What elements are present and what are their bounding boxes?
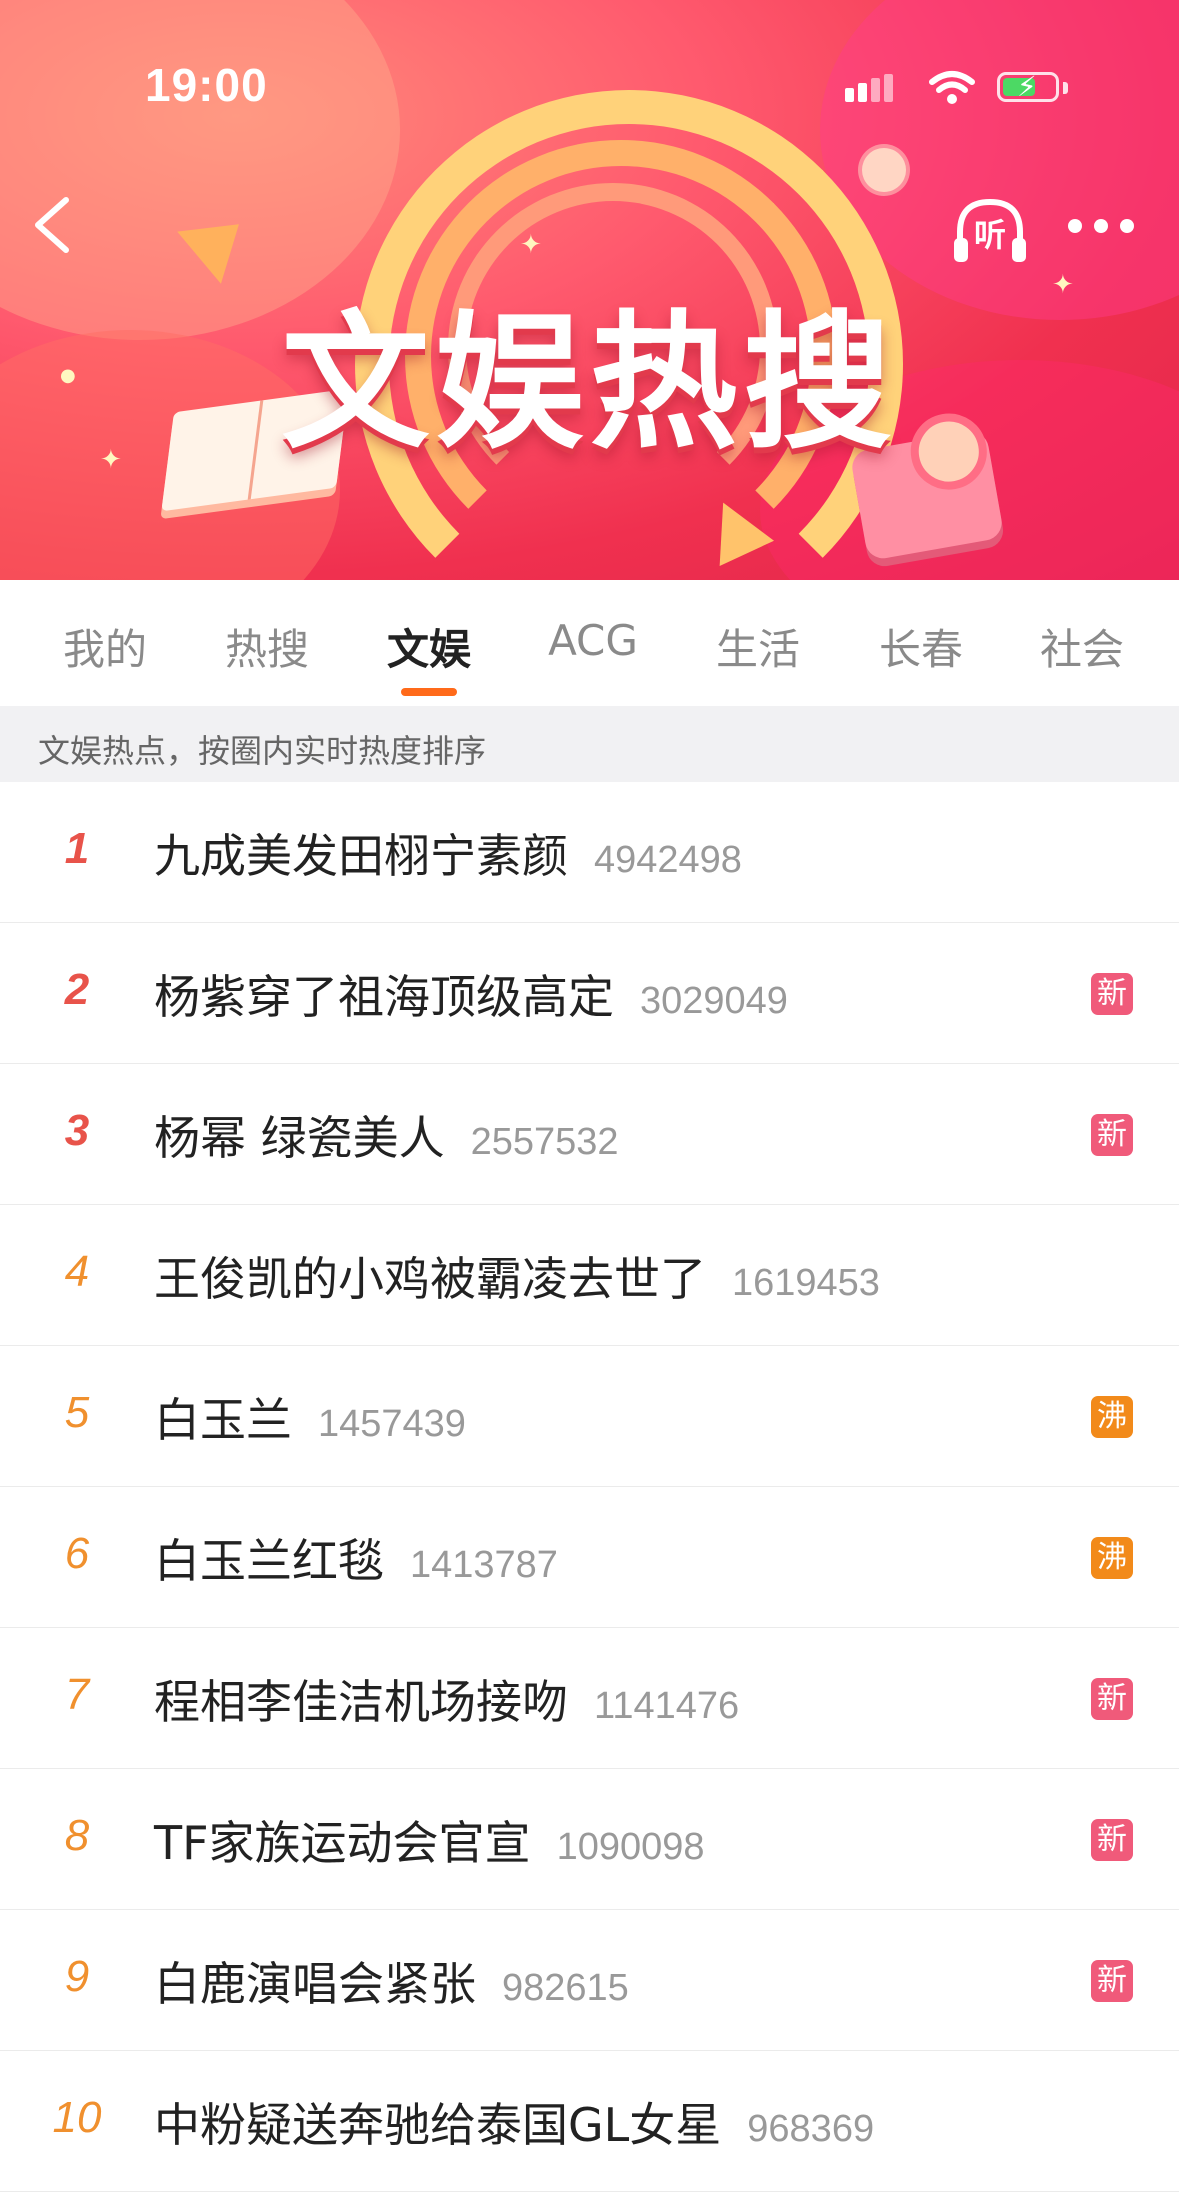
list-item[interactable]: 9 白鹿演唱会紧张 982615 新 — [0, 1910, 1179, 2051]
new-badge: 新 — [1091, 1819, 1133, 1861]
item-title: 杨紫穿了祖海顶级高定 — [154, 970, 614, 1024]
tab-mine[interactable]: 我的 — [35, 616, 175, 677]
item-title: 杨幂 绿瓷美人 — [154, 1111, 445, 1165]
list-item[interactable]: 1 九成美发田栩宁素颜 4942498 — [0, 782, 1179, 923]
item-content: 王俊凯的小鸡被霸凌去世了 1619453 — [154, 1243, 880, 1309]
list-item[interactable]: 5 白玉兰 1457439 沸 — [0, 1346, 1179, 1487]
item-count: 2557532 — [470, 1121, 619, 1163]
listen-label: 听 — [973, 216, 1006, 254]
banner-title: 文娱热搜 — [281, 297, 898, 469]
item-count: 968369 — [747, 2108, 875, 2150]
item-count: 1413787 — [410, 1544, 558, 1586]
list-item[interactable]: 4 王俊凯的小鸡被霸凌去世了 1619453 — [0, 1205, 1179, 1346]
rank-number: 10 — [52, 2093, 102, 2142]
status-icons: ⚡ — [845, 66, 1085, 110]
rank-number: 4 — [64, 1247, 90, 1296]
status-time: 19:00 — [145, 59, 268, 111]
item-count: 4942498 — [594, 839, 742, 881]
item-content: 白鹿演唱会紧张 982615 — [154, 1948, 629, 2014]
rank-number: 9 — [64, 1952, 90, 2001]
battery-cap — [1063, 82, 1068, 94]
new-badge: 新 — [1091, 973, 1133, 1015]
item-count: 1090098 — [556, 1826, 705, 1868]
list-item[interactable]: 8 TF家族运动会官宣 1090098 新 — [0, 1769, 1179, 1910]
item-content: 九成美发田栩宁素颜 4942498 — [154, 820, 742, 886]
tab-hot-search[interactable]: 热搜 — [197, 616, 337, 677]
tab-society[interactable]: 社会 — [1012, 616, 1152, 677]
rank-number: 7 — [64, 1670, 90, 1719]
item-content: 白玉兰 1457439 — [154, 1384, 466, 1450]
boiling-badge: 沸 — [1091, 1537, 1133, 1579]
rank-number: 6 — [64, 1529, 90, 1578]
tab-life[interactable]: 生活 — [688, 616, 828, 677]
rank-number: 5 — [64, 1388, 90, 1437]
item-count: 982615 — [502, 1967, 629, 2009]
rank-number: 1 — [64, 824, 90, 873]
tab-entertainment[interactable]: 文娱 — [359, 616, 499, 677]
list-item[interactable]: 2 杨紫穿了祖海顶级高定 3029049 新 — [0, 923, 1179, 1064]
new-badge: 新 — [1091, 1678, 1133, 1720]
item-count: 1619453 — [732, 1262, 880, 1304]
item-title: 程相李佳洁机场接吻 — [154, 1675, 568, 1729]
list-item[interactable]: 7 程相李佳洁机场接吻 1141476 新 — [0, 1628, 1179, 1769]
tab-acg[interactable]: ACG — [523, 616, 663, 665]
item-title: 王俊凯的小鸡被霸凌去世了 — [154, 1252, 706, 1306]
rank-number: 8 — [64, 1811, 90, 1860]
header-banner: ✦ ✦ ✦ ● 19:00 ⚡ 听 文娱热搜 — [0, 0, 1179, 580]
item-content: TF家族运动会官宣 1090098 — [154, 1807, 705, 1873]
item-title: 九成美发田栩宁素颜 — [154, 829, 568, 883]
item-content: 杨幂 绿瓷美人 2557532 — [154, 1102, 619, 1168]
hint-text: 文娱热点，按圈内实时热度排序 — [38, 732, 487, 770]
boiling-badge: 沸 — [1091, 1396, 1133, 1438]
category-tabs: 我的 热搜 文娱 ACG 生活 长春 社会 — [0, 580, 1179, 706]
item-title: TF家族运动会官宣 — [154, 1816, 531, 1870]
hint-bar: 文娱热点，按圈内实时热度排序 — [0, 706, 1179, 782]
charging-bolt-icon: ⚡ — [1017, 70, 1037, 103]
item-count: 3029049 — [640, 980, 788, 1022]
rank-number: 2 — [64, 965, 90, 1014]
item-content: 白玉兰红毯 1413787 — [154, 1525, 558, 1591]
rank-number: 3 — [64, 1106, 90, 1155]
new-badge: 新 — [1091, 1114, 1133, 1156]
planet-decoration — [862, 148, 906, 192]
list-item[interactable]: 6 白玉兰红毯 1413787 沸 — [0, 1487, 1179, 1628]
wifi-icon — [929, 71, 975, 104]
more-icon[interactable] — [1062, 208, 1142, 244]
list-item[interactable]: 3 杨幂 绿瓷美人 2557532 新 — [0, 1064, 1179, 1205]
item-title: 白玉兰红毯 — [154, 1534, 384, 1588]
tab-changchun[interactable]: 长春 — [851, 616, 991, 677]
list-item[interactable]: 10 中粉疑送奔驰给泰国GL女星 968369 — [0, 2051, 1179, 2192]
active-tab-indicator — [401, 688, 457, 696]
sparkle-icon: ✦ — [520, 230, 542, 260]
new-badge: 新 — [1091, 1960, 1133, 2002]
back-icon[interactable] — [20, 190, 90, 260]
item-content: 中粉疑送奔驰给泰国GL女星 968369 — [154, 2089, 874, 2155]
item-title: 白鹿演唱会紧张 — [154, 1957, 476, 2011]
item-content: 程相李佳洁机场接吻 1141476 — [154, 1666, 739, 1732]
item-count: 1457439 — [318, 1403, 466, 1445]
item-title: 中粉疑送奔驰给泰国GL女星 — [154, 2098, 722, 2152]
item-content: 杨紫穿了祖海顶级高定 3029049 — [154, 961, 788, 1027]
item-title: 白玉兰 — [154, 1393, 292, 1447]
item-count: 1141476 — [594, 1685, 740, 1727]
